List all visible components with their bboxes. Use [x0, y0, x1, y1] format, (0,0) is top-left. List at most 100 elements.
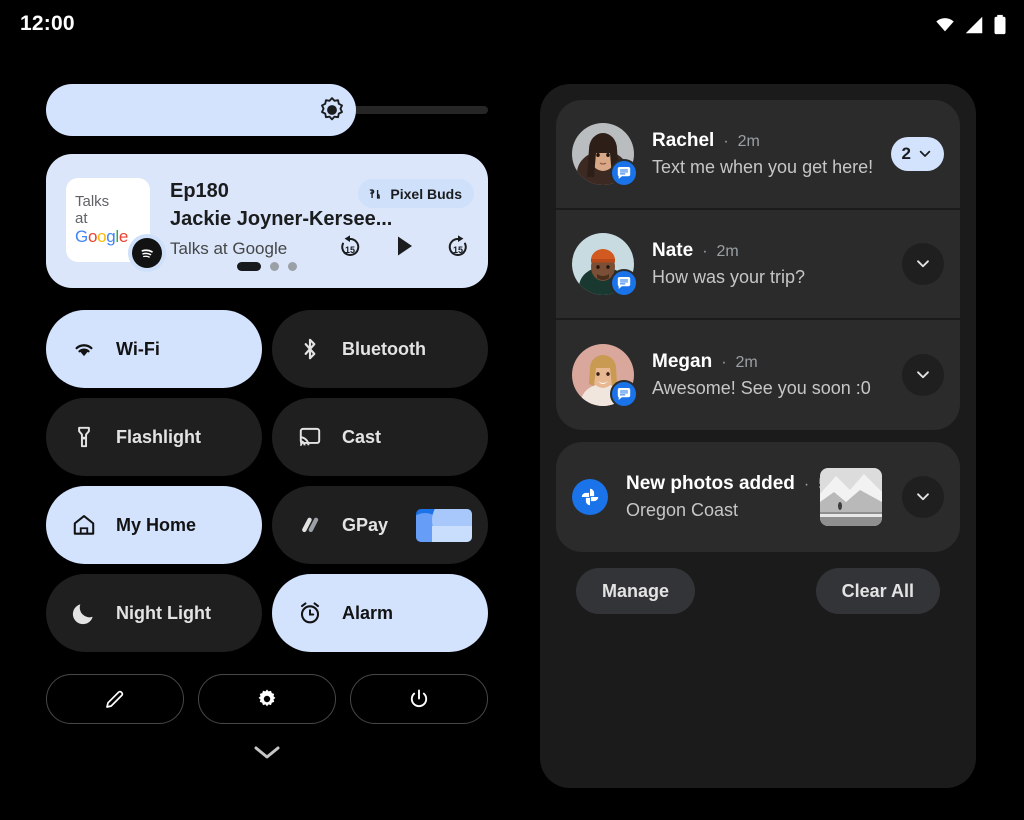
notification-expand-button[interactable]: [902, 243, 944, 285]
pencil-icon: [106, 690, 124, 708]
messages-icon: [610, 269, 638, 297]
status-bar: 12:00: [0, 0, 1024, 52]
tile-bluetooth[interactable]: Bluetooth: [272, 310, 488, 388]
power-icon: [410, 689, 428, 708]
notification-item[interactable]: Megan · 2m Awesome! See you soon :0: [556, 320, 960, 430]
separator: ·: [803, 476, 810, 493]
tile-my-home[interactable]: My Home: [46, 486, 262, 564]
tile-night-light[interactable]: Night Light: [46, 574, 262, 652]
notification-expand-button[interactable]: [902, 476, 944, 518]
notification-item[interactable]: Nate · 2m How was your trip?: [556, 210, 960, 320]
notification-actions: Manage Clear All: [556, 552, 960, 614]
tile-wifi[interactable]: Wi-Fi: [46, 310, 262, 388]
media-episode: Ep180: [170, 180, 229, 202]
play-button[interactable]: [390, 232, 418, 260]
tile-label: Wi-Fi: [116, 338, 160, 359]
moon-icon: [71, 600, 97, 626]
quick-settings-column: Talks at Google Ep180 Jackie Joyner-Kers…: [46, 84, 488, 762]
notification-content: Nate · 2m How was your trip?: [652, 240, 902, 288]
avatar: [572, 123, 638, 187]
quick-settings-screen: 12:00 Talks at Google Ep180 Jackie Joyne…: [0, 0, 1024, 820]
media-output-label: Pixel Buds: [390, 185, 462, 202]
page-dot-2: [270, 262, 279, 271]
svg-text:15: 15: [453, 245, 463, 255]
tile-label: Night Light: [116, 602, 211, 623]
media-player-card[interactable]: Talks at Google Ep180 Jackie Joyner-Kers…: [46, 154, 488, 288]
separator: ·: [723, 133, 729, 150]
separator: ·: [702, 243, 708, 260]
tile-label: My Home: [116, 514, 197, 535]
chevron-down-icon: [917, 371, 929, 379]
chevron-down-icon: [917, 493, 929, 501]
collapse-handle[interactable]: [46, 742, 488, 762]
alarm-icon: [297, 600, 323, 626]
manage-button[interactable]: Manage: [576, 568, 696, 614]
gpay-icon: [297, 512, 323, 538]
brightness-fill: [46, 84, 356, 136]
earbuds-icon: [370, 188, 381, 199]
rewind-15-button[interactable]: 15: [336, 232, 364, 260]
tile-cast[interactable]: Cast: [272, 398, 488, 476]
clear-all-button[interactable]: Clear All: [815, 568, 940, 614]
messages-icon: [610, 380, 638, 408]
wifi-icon: [936, 18, 954, 32]
notification-expand-count[interactable]: 2: [890, 137, 944, 171]
tile-flashlight[interactable]: Flashlight: [46, 398, 262, 476]
tile-label: Flashlight: [116, 426, 201, 447]
wifi-icon: [71, 336, 97, 362]
tile-label: Bluetooth: [342, 338, 426, 359]
tile-alarm[interactable]: Alarm: [272, 574, 488, 652]
status-bar-icons: [934, 14, 1008, 36]
notification-sender: Nate: [652, 240, 694, 261]
brightness-slider[interactable]: [46, 84, 488, 136]
notification-time: 2m: [737, 133, 760, 150]
edit-tiles-button[interactable]: [46, 674, 184, 724]
svg-text:15: 15: [345, 245, 355, 255]
album-art-line1: Talks: [75, 193, 110, 210]
payment-card-thumbnail: [416, 509, 472, 542]
messages-icon: [610, 159, 638, 187]
tile-label: Alarm: [342, 602, 394, 623]
media-title: Jackie Joyner-Kersee...: [170, 208, 393, 230]
avatar: [572, 233, 638, 297]
media-page-indicator[interactable]: [46, 262, 488, 271]
quick-settings-footer: [46, 674, 488, 724]
tile-label: GPay: [342, 514, 389, 535]
power-button[interactable]: [350, 674, 488, 724]
media-output-chip[interactable]: Pixel Buds: [358, 179, 474, 208]
notification-panel: Rachel · 2m Text me when you get here! 2: [540, 84, 976, 788]
notification-item-photos[interactable]: New photos added · 5m Oregon Coast: [556, 442, 960, 552]
settings-button[interactable]: [198, 674, 336, 724]
notification-count: 2: [901, 144, 911, 163]
bluetooth-icon: [297, 336, 323, 362]
tile-gpay[interactable]: GPay: [272, 486, 488, 564]
notification-time: 2m: [716, 243, 739, 260]
google-photos-icon: [572, 479, 608, 515]
media-controls: 15 15: [336, 232, 472, 260]
page-dot-1: [237, 262, 261, 271]
oregon-coast-photo-thumbnail: [820, 468, 882, 526]
brightness-icon: [321, 97, 343, 121]
notification-body: Awesome! See you soon :0: [652, 378, 871, 398]
notification-time: 2m: [735, 354, 758, 371]
notification-expand-button[interactable]: [902, 354, 944, 396]
chevron-down-icon: [917, 260, 929, 268]
quick-settings-tiles: Wi-Fi Bluetooth Flashlight Cast My Home …: [46, 310, 488, 652]
album-art-line2: at: [75, 210, 88, 227]
notification-body: Text me when you get here!: [652, 157, 874, 177]
cast-icon: [297, 424, 323, 450]
chevron-down-icon: [254, 746, 280, 759]
notification-sender: Rachel: [652, 130, 715, 151]
flashlight-icon: [71, 424, 97, 450]
home-icon: [71, 512, 97, 538]
notification-group-messages: Rachel · 2m Text me when you get here! 2: [556, 100, 960, 430]
notification-content: Rachel · 2m Text me when you get here!: [652, 130, 891, 178]
chevron-down-icon: [919, 150, 931, 157]
notification-sender: Megan: [652, 351, 713, 372]
status-bar-clock: 12:00: [20, 12, 75, 35]
forward-15-button[interactable]: 15: [444, 232, 472, 260]
separator: ·: [721, 354, 727, 371]
notification-title: New photos added: [626, 473, 795, 494]
notification-item[interactable]: Rachel · 2m Text me when you get here! 2: [556, 100, 960, 210]
avatar: [572, 344, 638, 408]
